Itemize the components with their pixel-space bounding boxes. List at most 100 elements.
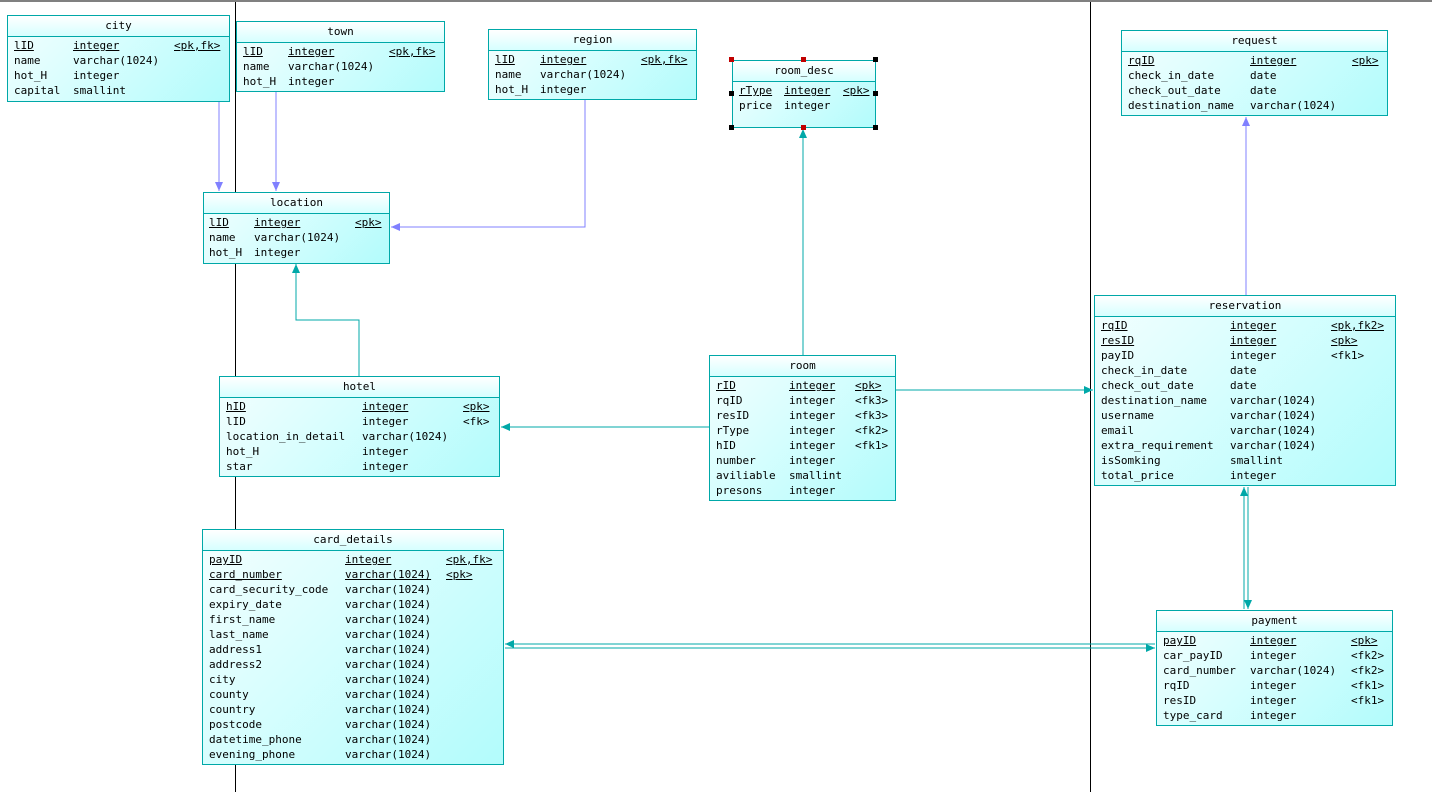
column-row[interactable]: email varchar(1024) [1095,423,1395,438]
column-row[interactable]: number integer [710,453,895,468]
column-key: <fk1> [1351,679,1385,692]
column-row[interactable]: hot_H integer [489,82,696,97]
column-row[interactable]: rType integer <fk2> [710,423,895,438]
column-name: address2 [209,658,262,671]
column-row[interactable]: extra_requirement varchar(1024) [1095,438,1395,453]
column-row[interactable]: payID integer <pk,fk> [203,552,503,567]
column-row[interactable]: hot_H integer [8,68,229,83]
column-key: <fk3> [855,394,889,407]
selection-handle[interactable] [873,57,878,62]
column-type: varchar(1024) [345,658,432,671]
column-name: payID [209,553,243,566]
column-row[interactable]: destination_name varchar(1024) [1095,393,1395,408]
column-row[interactable]: lID integer <pk,fk> [489,52,696,67]
column-row[interactable]: resID integer <pk> [1095,333,1395,348]
column-name: aviliable [716,469,776,482]
column-row[interactable]: card_number varchar(1024) <pk> [203,567,503,582]
table-reservation[interactable]: reservation rqID integer <pk,fk2> resID integ… [1094,295,1396,486]
column-row[interactable]: address1 varchar(1024) [203,642,503,657]
column-row[interactable]: county varchar(1024) [203,687,503,702]
column-row[interactable]: check_out_date date [1095,378,1395,393]
table-town[interactable]: town lID integer <pk,fk> name varchar(1024) ho… [236,21,445,92]
selection-handle[interactable] [873,125,878,130]
table-card-details[interactable]: card_details payID integer <pk,fk> card_numb… [202,529,504,765]
column-row[interactable]: expiry_date varchar(1024) [203,597,503,612]
column-row[interactable]: hot_H integer [220,444,499,459]
table-room[interactable]: room rID integer <pk> rqID integer <fk3> resID i… [709,355,896,501]
column-row[interactable]: card_number varchar(1024) <fk2> [1157,663,1392,678]
column-name: postcode [209,718,262,731]
column-row[interactable]: username varchar(1024) [1095,408,1395,423]
table-title: reservation [1095,296,1395,317]
column-name: check_out_date [1128,84,1221,97]
link-hotel-location[interactable] [292,264,360,376]
column-row[interactable]: rqID integer <pk> [1122,53,1387,68]
column-row[interactable]: type_card integer [1157,708,1392,723]
table-payment[interactable]: payment payID integer <pk> car_payID integer <… [1156,610,1393,726]
selection-handle[interactable] [801,125,806,130]
column-row[interactable]: location_in_detail varchar(1024) [220,429,499,444]
selection-handle[interactable] [729,91,734,96]
column-row[interactable]: postcode varchar(1024) [203,717,503,732]
column-row[interactable]: rID integer <pk> [710,378,895,393]
column-key: <fk3> [855,409,889,422]
column-row[interactable]: city varchar(1024) [203,672,503,687]
column-row[interactable]: check_in_date date [1122,68,1387,83]
column-row[interactable]: destination_name varchar(1024) [1122,98,1387,113]
column-row[interactable]: capital smallint [8,83,229,98]
column-row[interactable]: rqID integer <pk,fk2> [1095,318,1395,333]
column-row[interactable]: hID integer <fk1> [710,438,895,453]
column-row[interactable]: rqID integer <fk1> [1157,678,1392,693]
column-key: <pk,fk> [641,53,688,66]
column-row[interactable]: resID integer <fk3> [710,408,895,423]
column-key: <pk> [843,84,870,97]
column-row[interactable]: star integer [220,459,499,474]
selection-handle[interactable] [801,57,806,62]
column-row[interactable]: name varchar(1024) [237,59,444,74]
column-row[interactable]: resID integer <fk1> [1157,693,1392,708]
column-row[interactable]: name varchar(1024) [8,53,229,68]
table-city[interactable]: city lID integer <pk,fk> name varchar(1024) ho… [7,15,230,102]
selection-handle[interactable] [729,125,734,130]
column-row[interactable]: rType integer <pk> [733,83,875,98]
column-row[interactable]: address2 varchar(1024) [203,657,503,672]
column-row[interactable]: check_in_date date [1095,363,1395,378]
column-row[interactable]: name varchar(1024) [204,230,389,245]
selection-handle[interactable] [729,57,734,62]
column-row[interactable]: lID integer <pk> [204,215,389,230]
column-key: <pk,fk2> [1331,319,1384,332]
column-row[interactable]: first_name varchar(1024) [203,612,503,627]
column-row[interactable]: hot_H integer [204,245,389,260]
table-hotel[interactable]: hotel hID integer <pk> lID integer <fk> locatio… [219,376,500,477]
column-row[interactable]: evening_phone varchar(1024) [203,747,503,762]
selection-handle[interactable] [873,91,878,96]
column-row[interactable]: aviliable smallint [710,468,895,483]
column-row[interactable]: isSomking smallint [1095,453,1395,468]
column-name: hot_H [243,75,277,88]
column-row[interactable]: presons integer [710,483,895,498]
column-row[interactable]: car_payID integer <fk2> [1157,648,1392,663]
column-type: integer [789,379,836,392]
column-row[interactable]: lID integer <fk> [220,414,499,429]
column-row[interactable]: price integer [733,98,875,113]
column-row[interactable]: check_out_date date [1122,83,1387,98]
table-room-desc[interactable]: room_desc rType integer <pk> price integer [732,60,876,128]
column-row[interactable]: total_price integer [1095,468,1395,483]
table-request[interactable]: request rqID integer <pk> check_in_date date c… [1121,30,1388,116]
column-row[interactable]: datetime_phone varchar(1024) [203,732,503,747]
link-region-location[interactable] [391,99,586,231]
table-location[interactable]: location lID integer <pk> name varchar(1024) h… [203,192,390,264]
column-row[interactable]: last_name varchar(1024) [203,627,503,642]
column-row[interactable]: payID integer <pk> [1157,633,1392,648]
column-row[interactable]: hot_H integer [237,74,444,89]
column-row[interactable]: lID integer <pk,fk> [8,38,229,53]
column-row[interactable]: hID integer <pk> [220,399,499,414]
column-row[interactable]: name varchar(1024) [489,67,696,82]
column-key: <fk2> [855,424,889,437]
column-row[interactable]: card_security_code varchar(1024) [203,582,503,597]
column-row[interactable]: rqID integer <fk3> [710,393,895,408]
table-region[interactable]: region lID integer <pk,fk> name varchar(1024)… [488,29,697,100]
column-row[interactable]: payID integer <fk1> [1095,348,1395,363]
column-row[interactable]: lID integer <pk,fk> [237,44,444,59]
column-row[interactable]: country varchar(1024) [203,702,503,717]
